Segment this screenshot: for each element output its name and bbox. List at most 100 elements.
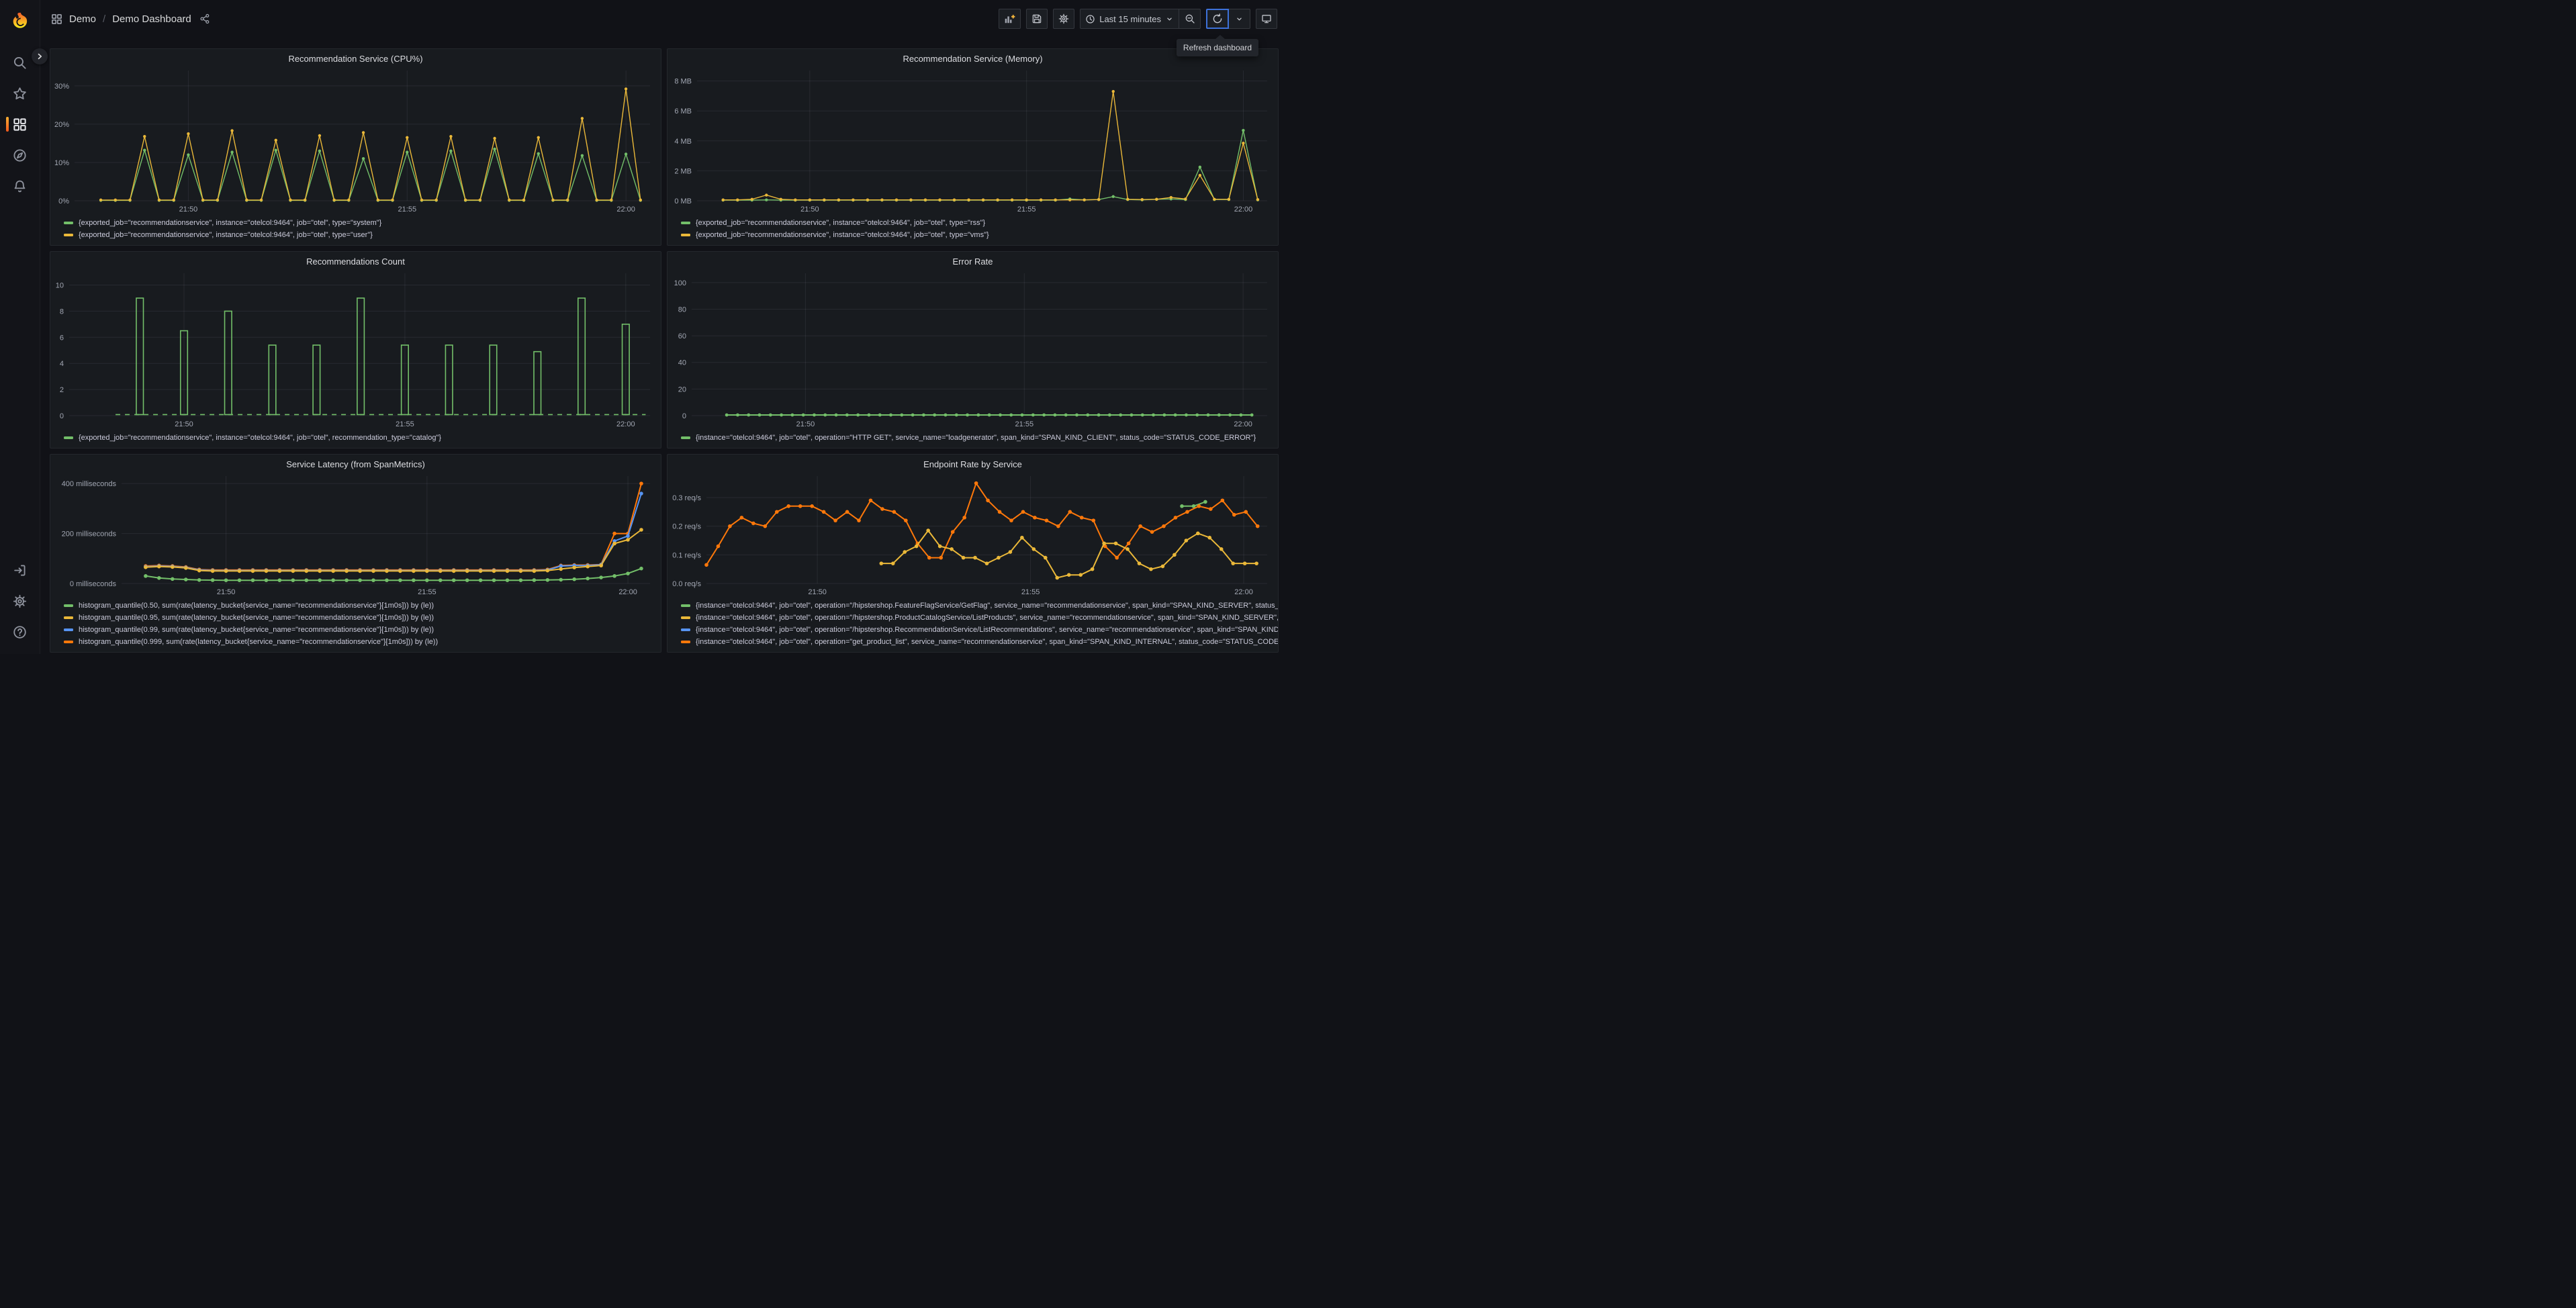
clock-icon: [1086, 14, 1095, 24]
legend-swatch: [64, 641, 73, 643]
svg-text:21:50: 21:50: [217, 588, 236, 596]
svg-text:21:50: 21:50: [800, 205, 819, 214]
legend-swatch: [64, 222, 73, 224]
gear-icon: [1058, 13, 1069, 24]
svg-text:21:55: 21:55: [1015, 420, 1034, 428]
svg-text:0 MB: 0 MB: [674, 197, 692, 205]
svg-text:0%: 0%: [58, 197, 69, 205]
sidebar-item-configuration[interactable]: [0, 586, 40, 616]
panel-legend: {exported_job="recommendationservice", i…: [50, 216, 661, 241]
search-icon: [13, 56, 26, 69]
legend-label: {exported_job="recommendationservice", i…: [79, 219, 382, 227]
svg-text:21:55: 21:55: [418, 588, 436, 596]
time-range-picker[interactable]: Last 15 minutes: [1080, 9, 1179, 29]
svg-text:200 milliseconds: 200 milliseconds: [62, 530, 117, 539]
sidebar-nav: [0, 47, 40, 201]
save-dashboard-button[interactable]: [1026, 9, 1048, 29]
sidebar-item-alerting[interactable]: [0, 171, 40, 201]
grafana-app: Demo / Demo Dashboard Last 15 minutes Re…: [0, 0, 1288, 654]
panel-title[interactable]: Recommendation Service (CPU%): [50, 49, 661, 65]
sidebar: [0, 0, 48, 654]
legend-item[interactable]: {exported_job="recommendationservice", i…: [681, 217, 1278, 229]
dashboard-header: Demo / Demo Dashboard Last 15 minutes: [40, 0, 1288, 38]
legend-swatch: [64, 234, 73, 236]
legend-item[interactable]: {exported_job="recommendationservice", i…: [64, 229, 661, 241]
error-rate-chart[interactable]: 21:50 21:55 22:00 0 20 40 60 80 100: [668, 268, 1278, 430]
svg-text:21:55: 21:55: [1021, 588, 1040, 596]
legend-item[interactable]: histogram_quantile(0.95, sum(rate(latenc…: [64, 612, 661, 624]
save-icon: [1032, 14, 1042, 24]
legend-label: {exported_job="recommendationservice", i…: [79, 434, 442, 442]
cpu-chart[interactable]: 21:50 21:55 22:00 0% 10% 20% 30%: [50, 65, 661, 216]
svg-text:22:00: 22:00: [1234, 420, 1252, 428]
breadcrumb-folder[interactable]: Demo: [69, 13, 96, 25]
legend-item[interactable]: {exported_job="recommendationservice", i…: [681, 229, 1278, 241]
legend-item[interactable]: {exported_job="recommendationservice", i…: [64, 217, 661, 229]
legend-item[interactable]: {instance="otelcol:9464", job="otel", op…: [681, 624, 1278, 636]
breadcrumb-dashboard-title[interactable]: Demo Dashboard: [112, 13, 191, 25]
sidebar-item-explore[interactable]: [0, 140, 40, 171]
grafana-logo-icon[interactable]: [7, 8, 34, 35]
legend-label: {exported_job="recommendationservice", i…: [696, 231, 989, 239]
svg-text:22:00: 22:00: [616, 205, 635, 214]
share-icon: [200, 13, 210, 24]
legend-item[interactable]: histogram_quantile(0.999, sum(rate(laten…: [64, 636, 661, 648]
zoom-out-time-button[interactable]: [1179, 9, 1201, 29]
legend-item[interactable]: {instance="otelcol:9464", job="otel", op…: [681, 612, 1278, 624]
panel-title[interactable]: Endpoint Rate by Service: [668, 455, 1278, 471]
legend-swatch: [64, 436, 73, 439]
refresh-interval-dropdown[interactable]: [1229, 9, 1250, 29]
add-panel-icon: [1005, 14, 1015, 23]
legend-swatch: [681, 436, 690, 439]
add-panel-button[interactable]: [999, 9, 1021, 29]
dashboards-breadcrumb-icon: [51, 13, 62, 25]
recommendations-count-chart[interactable]: 21:50 21:55 22:00 0 2 4 6 8 10: [50, 268, 661, 430]
panel-title[interactable]: Service Latency (from SpanMetrics): [50, 455, 661, 471]
svg-text:21:50: 21:50: [175, 420, 193, 428]
panel-recommendation-cpu: Recommendation Service (CPU%) 21:50 21:55…: [50, 48, 661, 246]
dashboard-settings-button[interactable]: [1053, 9, 1075, 29]
svg-text:20%: 20%: [54, 121, 69, 129]
legend-label: {instance="otelcol:9464", job="otel", op…: [696, 626, 1278, 634]
legend-item[interactable]: {instance="otelcol:9464", job="otel", op…: [681, 600, 1278, 612]
svg-text:8 MB: 8 MB: [674, 78, 692, 86]
panel-title[interactable]: Error Rate: [668, 252, 1278, 268]
legend-item[interactable]: {exported_job="recommendationservice", i…: [64, 432, 661, 444]
sidebar-item-starred[interactable]: [0, 78, 40, 109]
legend-label: {exported_job="recommendationservice", i…: [79, 231, 373, 239]
sidebar-item-dashboards[interactable]: [0, 109, 40, 140]
legend-item[interactable]: histogram_quantile(0.50, sum(rate(latenc…: [64, 600, 661, 612]
legend-label: {instance="otelcol:9464", job="otel", op…: [696, 638, 1278, 646]
sidebar-expand-button[interactable]: [32, 48, 48, 64]
memory-chart[interactable]: 21:50 21:55 22:00 0 MB 2 MB 4 MB 6 MB 8 MB: [668, 65, 1278, 216]
panel-service-latency: Service Latency (from SpanMetrics) 21:50…: [50, 454, 661, 653]
monitor-icon: [1262, 15, 1271, 24]
svg-text:400 milliseconds: 400 milliseconds: [62, 480, 117, 488]
panel-title[interactable]: Recommendations Count: [50, 252, 661, 268]
svg-text:20: 20: [678, 385, 686, 393]
svg-text:8: 8: [60, 308, 64, 316]
legend-item[interactable]: {instance="otelcol:9464", job="otel", op…: [681, 636, 1278, 648]
legend-item[interactable]: histogram_quantile(0.99, sum(rate(latenc…: [64, 624, 661, 636]
endpoint-rate-chart[interactable]: 21:50 21:55 22:00 0.0 req/s 0.1 req/s 0.2 req…: [668, 471, 1278, 598]
panel-legend: {instance="otelcol:9464", job="otel", op…: [668, 430, 1278, 444]
svg-text:21:55: 21:55: [396, 420, 414, 428]
svg-text:4 MB: 4 MB: [674, 138, 692, 146]
sidebar-item-help[interactable]: [0, 616, 40, 647]
legend-item[interactable]: {instance="otelcol:9464", job="otel", op…: [681, 432, 1278, 444]
service-latency-chart[interactable]: 21:50 21:55 22:00 0 milliseconds 200 millise…: [50, 471, 661, 598]
svg-text:22:00: 22:00: [618, 588, 637, 596]
svg-text:4: 4: [60, 360, 64, 368]
legend-swatch: [681, 604, 690, 607]
svg-text:0.1 req/s: 0.1 req/s: [672, 551, 701, 559]
svg-text:22:00: 22:00: [1234, 588, 1253, 596]
refresh-dashboard-button[interactable]: [1206, 9, 1229, 29]
svg-text:0.0 req/s: 0.0 req/s: [672, 580, 701, 588]
dashboard-content: Recommendation Service (CPU%) 21:50 21:55…: [40, 38, 1288, 654]
tv-mode-button[interactable]: [1256, 9, 1277, 29]
panel-error-rate: Error Rate 21:50 21:55 22:00 0 20 40 60 80 100 {…: [667, 251, 1279, 449]
sidebar-item-sign-in[interactable]: [0, 555, 40, 586]
share-dashboard-button[interactable]: [199, 13, 210, 24]
legend-swatch: [64, 604, 73, 607]
compass-icon: [13, 148, 26, 162]
